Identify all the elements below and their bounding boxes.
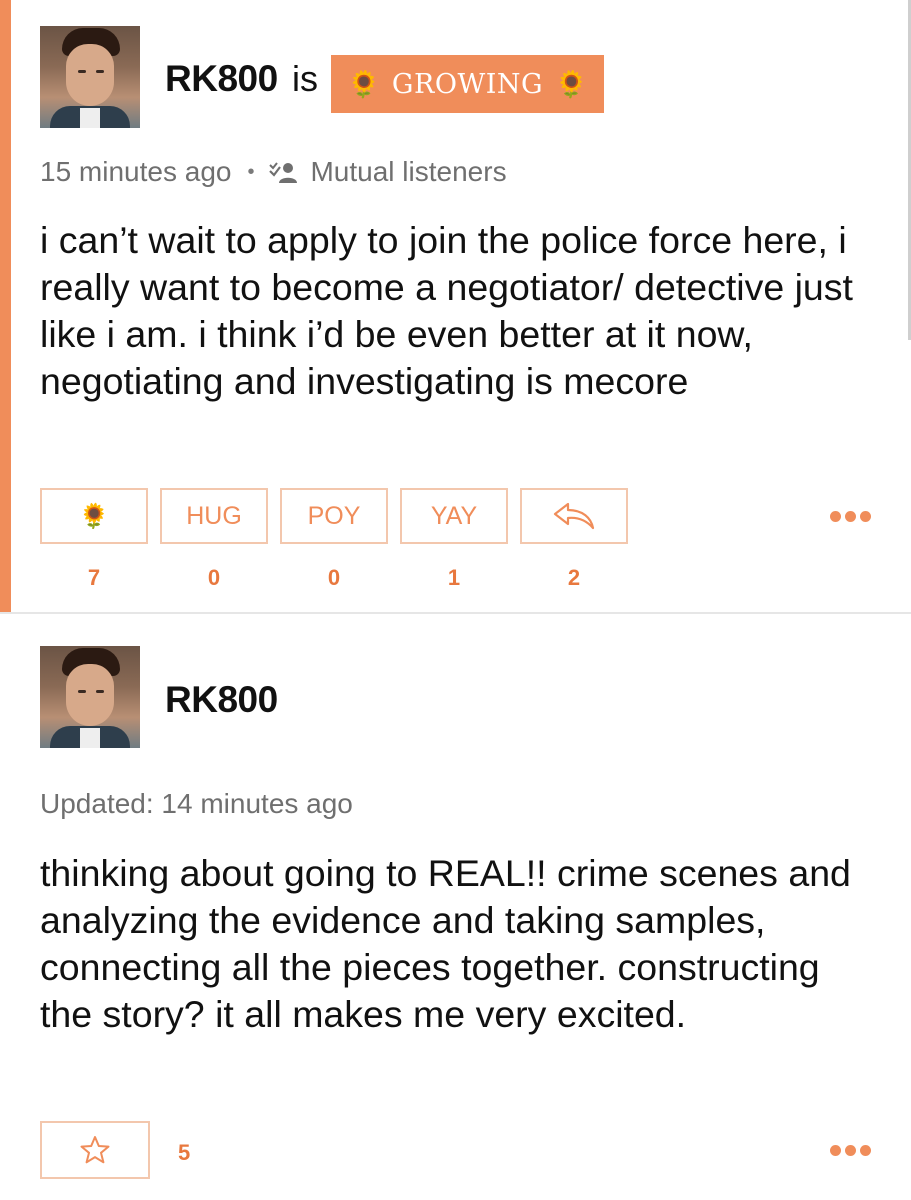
star-outline-icon	[80, 1136, 110, 1164]
reaction-label: HUG	[186, 501, 242, 530]
sunflower-icon: 🌻	[79, 502, 109, 530]
react-sunflower-button[interactable]: 🌻	[40, 488, 148, 544]
timestamp: 15 minutes ago	[40, 156, 232, 187]
username[interactable]: RK800	[165, 679, 278, 721]
post-body: thinking about going to REAL!! crime sce…	[40, 852, 851, 1035]
react-hug-button[interactable]: HUG	[160, 488, 268, 544]
meta-separator: •	[247, 160, 255, 183]
mood-accent-bar	[0, 0, 11, 612]
updated-timestamp: Updated: 14 minutes ago	[40, 788, 353, 820]
mood-prefix: is	[292, 58, 318, 99]
reaction-count: 1	[447, 565, 461, 590]
react-yay-button[interactable]: YAY	[400, 488, 508, 544]
audience-label: Mutual listeners	[310, 156, 507, 187]
reaction-label: POY	[307, 501, 361, 530]
post-card: RK800 is 🌻 GROWING 🌻 15 minutes ago • Mu…	[0, 0, 911, 614]
avatar[interactable]	[40, 646, 140, 748]
avatar[interactable]	[40, 26, 140, 128]
more-options-icon[interactable]	[830, 511, 871, 522]
post-body: i can’t wait to apply to join the police…	[40, 219, 853, 402]
mutual-listeners-icon	[269, 162, 298, 183]
sunflower-icon: 🌻	[555, 68, 588, 99]
more-options-icon[interactable]	[830, 1145, 871, 1156]
username[interactable]: RK800	[165, 58, 278, 100]
updated-label: Updated: 14 minutes ago	[40, 788, 353, 819]
reaction-count: 0	[207, 565, 221, 590]
star-count: 5	[178, 1140, 191, 1165]
reply-arrow-icon	[553, 502, 595, 530]
reply-button[interactable]	[520, 488, 628, 544]
sunflower-icon: 🌻	[347, 68, 380, 99]
reaction-count: 0	[327, 565, 341, 590]
mood-label: GROWING	[391, 68, 544, 100]
reaction-count: 7	[87, 565, 101, 590]
react-poy-button[interactable]: POY	[280, 488, 388, 544]
mood-badge[interactable]: 🌻 GROWING 🌻	[331, 55, 604, 113]
reaction-label: YAY	[430, 501, 478, 530]
post-meta: 15 minutes ago • Mutual listeners	[40, 156, 507, 188]
reaction-count: 2	[567, 565, 581, 590]
star-button[interactable]	[40, 1121, 150, 1179]
